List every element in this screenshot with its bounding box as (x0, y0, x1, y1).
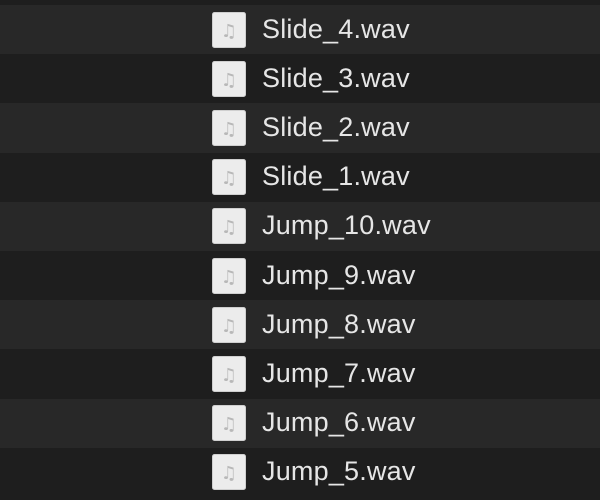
file-name: Slide_3.wav (262, 62, 410, 93)
file-name: Jump_5.wav (262, 456, 416, 487)
audio-file-icon: ♫ (212, 355, 246, 392)
audio-file-icon: ♫ (212, 405, 246, 442)
svg-text:♫: ♫ (221, 21, 237, 42)
file-name: Jump_9.wav (262, 259, 416, 290)
file-name: Jump_8.wav (262, 308, 416, 339)
list-item[interactable]: ♫ Jump_8.wav (0, 300, 600, 350)
svg-text:♫: ♫ (221, 119, 237, 140)
list-item[interactable]: ♫ Slide_4.wav (0, 5, 600, 55)
list-item[interactable]: ♫ Jump_6.wav (0, 398, 600, 448)
audio-file-icon: ♫ (212, 60, 246, 97)
svg-text:♫: ♫ (221, 70, 237, 91)
list-item[interactable]: ♫ Jump_5.wav (0, 447, 600, 497)
svg-text:♫: ♫ (221, 316, 237, 337)
audio-file-icon: ♫ (212, 11, 246, 48)
audio-file-icon: ♫ (212, 257, 246, 294)
svg-text:♫: ♫ (221, 217, 237, 238)
file-name: Jump_10.wav (262, 210, 431, 241)
audio-file-icon: ♫ (212, 159, 246, 196)
audio-file-icon: ♫ (212, 306, 246, 343)
svg-text:♫: ♫ (221, 414, 237, 435)
list-item[interactable]: ♫ Jump_9.wav (0, 250, 600, 301)
list-item[interactable]: ♫ Jump_10.wav (0, 201, 600, 251)
audio-file-icon: ♫ (212, 109, 246, 146)
file-name: Jump_6.wav (262, 406, 416, 437)
audio-file-icon: ♫ (212, 454, 246, 491)
svg-text:♫: ♫ (221, 365, 237, 386)
file-list: ♫ Slide_4.wav ♫ Slide_3.wav ♫ Slide_2.wa… (0, 5, 600, 497)
file-name: Slide_1.wav (262, 161, 410, 192)
file-name: Slide_2.wav (262, 111, 410, 142)
svg-text:♫: ♫ (221, 267, 237, 288)
list-item[interactable]: ♫ Slide_1.wav (0, 152, 600, 202)
audio-file-icon: ♫ (212, 208, 246, 245)
list-item[interactable]: ♫ Slide_3.wav (0, 54, 600, 104)
list-item[interactable]: ♫ Slide_2.wav (0, 103, 600, 153)
file-name: Jump_7.wav (262, 357, 416, 388)
list-item[interactable]: ♫ Jump_7.wav (0, 349, 600, 399)
svg-text:♫: ♫ (221, 463, 237, 484)
svg-text:♫: ♫ (221, 168, 237, 189)
file-name: Slide_4.wav (262, 13, 410, 44)
